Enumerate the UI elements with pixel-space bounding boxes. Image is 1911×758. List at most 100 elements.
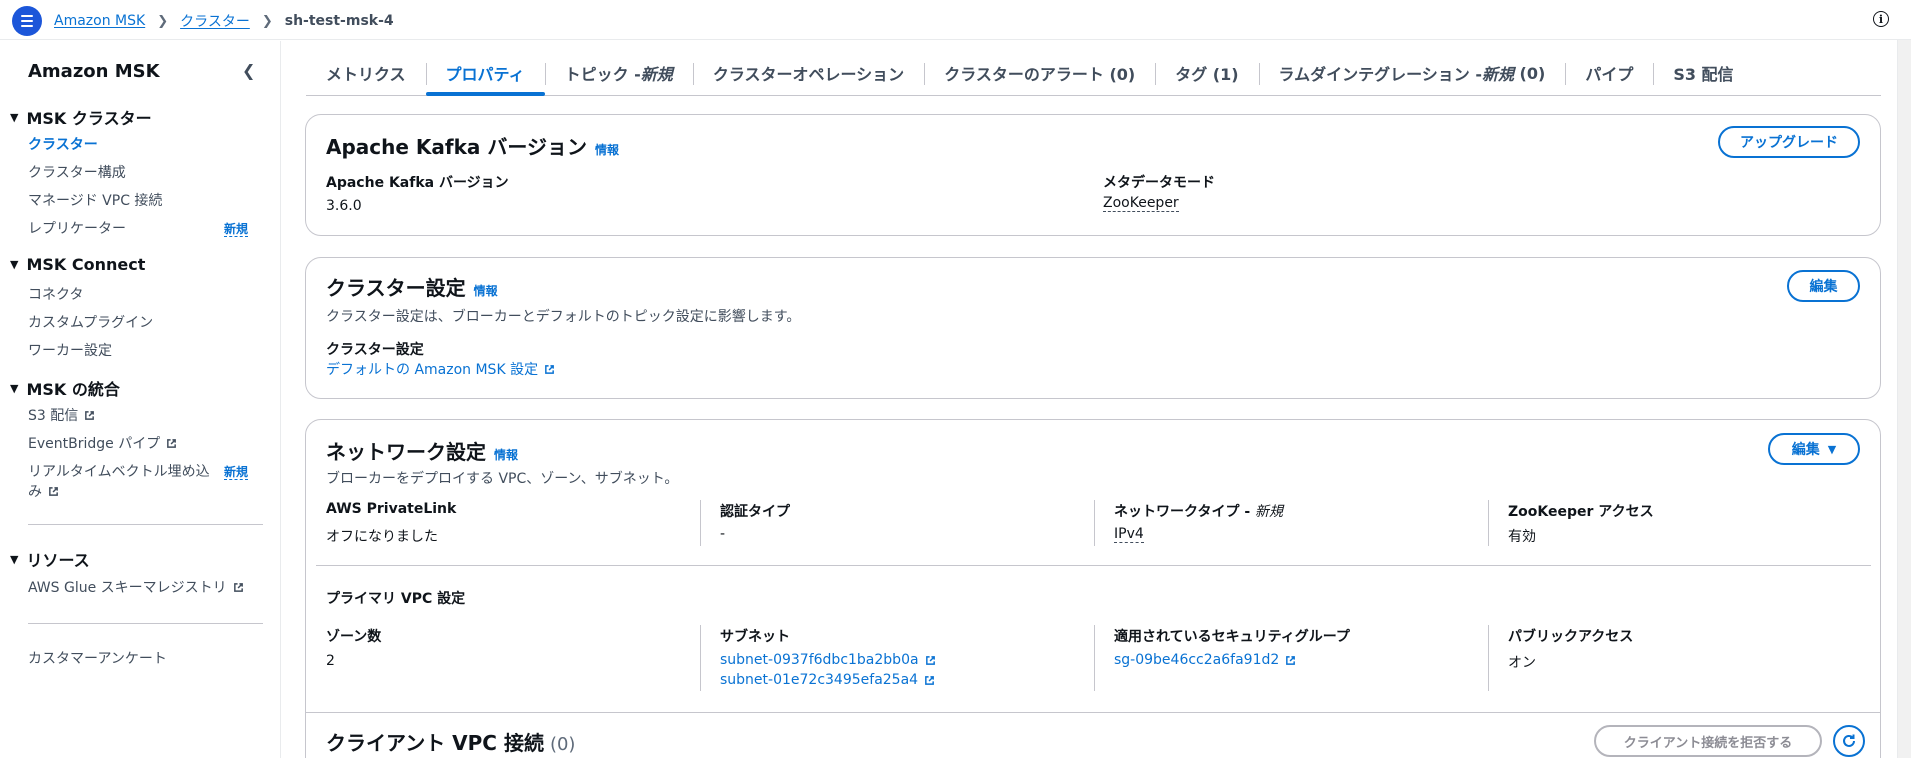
refresh-icon[interactable]	[1833, 725, 1865, 757]
scrollbar[interactable]	[1897, 40, 1911, 758]
caret-down-icon: ▼	[1827, 442, 1837, 456]
sidebar-section-msk-integration[interactable]: ▼ MSK の統合	[10, 376, 120, 400]
reject-client-connection-button[interactable]: クライアント接続を拒否する	[1594, 725, 1822, 757]
tab-topics[interactable]: トピック - 新規	[544, 52, 693, 94]
sidebar-section-msk-connect[interactable]: ▼ MSK Connect	[10, 255, 145, 274]
metadata-mode-label: メタデータモード	[1103, 175, 1215, 191]
divider	[28, 623, 263, 624]
privatelink-label: AWS PrivateLink	[326, 501, 457, 517]
new-badge: 新規	[224, 465, 249, 480]
subnet-link[interactable]: subnet-01e72c3495efa25a4	[720, 672, 935, 688]
privatelink-value: オフになりました	[326, 529, 438, 545]
info-link[interactable]: 情報	[494, 446, 518, 463]
sidebar-item-realtime-vector-cont[interactable]: み	[28, 481, 59, 501]
sidebar-item-custom-plugins[interactable]: カスタムプラグイン	[28, 312, 153, 332]
tab-cluster-operations[interactable]: クラスターオペレーション	[692, 52, 924, 94]
zones-label: ゾーン数	[326, 629, 382, 645]
external-link-icon	[924, 675, 935, 686]
cluster-settings-label: クラスター設定	[326, 342, 424, 358]
zookeeper-access-value: 有効	[1508, 529, 1536, 545]
security-group-label: 適用されているセキュリティグループ	[1114, 629, 1350, 645]
sidebar-item-worker-config[interactable]: ワーカー設定	[28, 340, 112, 360]
primary-vpc-label: プライマリ VPC 設定	[326, 591, 466, 607]
card-header: クラスター設定 情報	[326, 272, 498, 301]
collapse-sidebar-icon[interactable]: ❮	[242, 61, 255, 80]
card-header: Apache Kafka バージョン 情報	[326, 131, 619, 160]
zones-value: 2	[326, 653, 335, 669]
network-description: ブローカーをデプロイする VPC、ゾーン、サブネット。	[326, 471, 679, 487]
edit-dropdown-button[interactable]: 編集 ▼	[1768, 433, 1860, 465]
subnet-link[interactable]: subnet-0937f6dbc1ba2bb0a	[720, 652, 936, 668]
metadata-mode-value: ZooKeeper	[1103, 195, 1179, 212]
divider	[306, 712, 1880, 713]
new-badge: 新規	[224, 222, 249, 237]
divider	[316, 565, 1871, 566]
divider	[1094, 625, 1095, 691]
upgrade-button[interactable]: アップグレード	[1718, 126, 1860, 158]
external-link-icon	[48, 486, 59, 497]
tab-tags[interactable]: タグ (1)	[1155, 52, 1258, 94]
caret-down-icon: ▼	[10, 258, 19, 271]
card-header: ネットワーク設定 情報	[326, 436, 518, 465]
external-link-icon	[166, 438, 177, 449]
tab-lambda-integration[interactable]: ラムダインテグレーション - 新規 (0)	[1258, 52, 1566, 94]
external-link-icon	[84, 410, 95, 421]
client-vpc-header: クライアント VPC 接続 (0)	[326, 727, 575, 756]
sidebar-item-replicator[interactable]: レプリケーター	[28, 218, 126, 238]
edit-button[interactable]: 編集	[1787, 270, 1860, 302]
cluster-settings-card: クラスター設定 情報 編集 クラスター設定は、ブローカーとデフォルトのトピック設…	[305, 257, 1881, 399]
kafka-version-value: 3.6.0	[326, 198, 362, 214]
breadcrumb-clusters[interactable]: クラスター	[180, 11, 250, 31]
sidebar-item-eventbridge-pipes[interactable]: EventBridge パイプ	[28, 433, 177, 453]
chevron-right-icon: ❯	[261, 13, 273, 29]
divider	[1488, 500, 1489, 546]
public-access-label: パブリックアクセス	[1508, 629, 1634, 645]
sidebar-item-survey[interactable]: カスタマーアンケート	[28, 648, 167, 668]
sidebar-item-s3-delivery[interactable]: S3 配信	[28, 405, 95, 425]
tab-pipes[interactable]: パイプ	[1565, 52, 1653, 94]
kafka-version-title: Apache Kafka バージョン	[326, 135, 587, 159]
sidebar-title: Amazon MSK	[28, 61, 160, 82]
public-access-value: オン	[1508, 655, 1536, 671]
security-group-link[interactable]: sg-09be46cc2a6fa91d2	[1114, 652, 1296, 668]
breadcrumb-amazon-msk[interactable]: Amazon MSK	[54, 13, 145, 29]
tab-metrics[interactable]: メトリクス	[306, 52, 426, 94]
menu-icon[interactable]	[12, 6, 42, 36]
cluster-settings-title: クラスター設定	[326, 276, 466, 300]
sidebar-item-connectors[interactable]: コネクタ	[28, 284, 83, 304]
network-type-value: IPv4	[1114, 526, 1144, 543]
sidebar-item-managed-vpc[interactable]: マネージド VPC 接続	[28, 190, 162, 210]
info-link[interactable]: 情報	[474, 282, 498, 299]
client-vpc-title: クライアント VPC 接続	[326, 731, 544, 755]
default-msk-config-link[interactable]: デフォルトの Amazon MSK 設定	[326, 359, 555, 379]
external-link-icon	[1285, 655, 1296, 666]
subnet-label: サブネット	[720, 629, 790, 645]
sidebar-section-msk-clusters[interactable]: ▼ MSK クラスター	[10, 105, 152, 129]
sidebar-item-glue-registry[interactable]: AWS Glue スキーマレジストリ	[28, 577, 244, 597]
tab-bar: メトリクス プロパティ トピック - 新規 クラスターオペレーション クラスター…	[306, 52, 1881, 96]
tab-s3-delivery[interactable]: S3 配信	[1653, 52, 1753, 94]
network-settings-title: ネットワーク設定	[326, 440, 486, 464]
external-link-icon	[544, 364, 555, 375]
sidebar-section-resources[interactable]: ▼ リソース	[10, 547, 90, 571]
sidebar-item-realtime-vector[interactable]: リアルタイムベクトル埋め込	[28, 461, 210, 481]
chevron-right-icon: ❯	[157, 13, 169, 29]
external-link-icon	[233, 582, 244, 593]
network-type-label: ネットワークタイプ - 新規	[1114, 504, 1283, 520]
info-icon[interactable]: i	[1873, 11, 1889, 27]
zookeeper-access-label: ZooKeeper アクセス	[1508, 504, 1654, 520]
breadcrumb-current: sh-test-msk-4	[284, 13, 394, 29]
external-link-icon	[925, 655, 936, 666]
cluster-settings-description: クラスター設定は、ブローカーとデフォルトのトピック設定に影響します。	[326, 309, 801, 325]
sidebar-item-cluster-config[interactable]: クラスター構成	[28, 162, 126, 182]
divider	[1094, 500, 1095, 546]
tab-properties[interactable]: プロパティ	[425, 52, 545, 96]
sidebar-item-clusters[interactable]: クラスター	[28, 134, 98, 154]
divider	[28, 524, 263, 525]
kafka-version-label: Apache Kafka バージョン	[326, 175, 509, 191]
caret-down-icon: ▼	[10, 552, 19, 566]
network-settings-card: ネットワーク設定 情報 編集 ▼ ブローカーをデプロイする VPC、ゾーン、サブネ…	[305, 419, 1881, 758]
info-link[interactable]: 情報	[595, 141, 619, 158]
divider	[700, 500, 701, 546]
tab-cluster-alerts[interactable]: クラスターのアラート (0)	[924, 52, 1155, 94]
